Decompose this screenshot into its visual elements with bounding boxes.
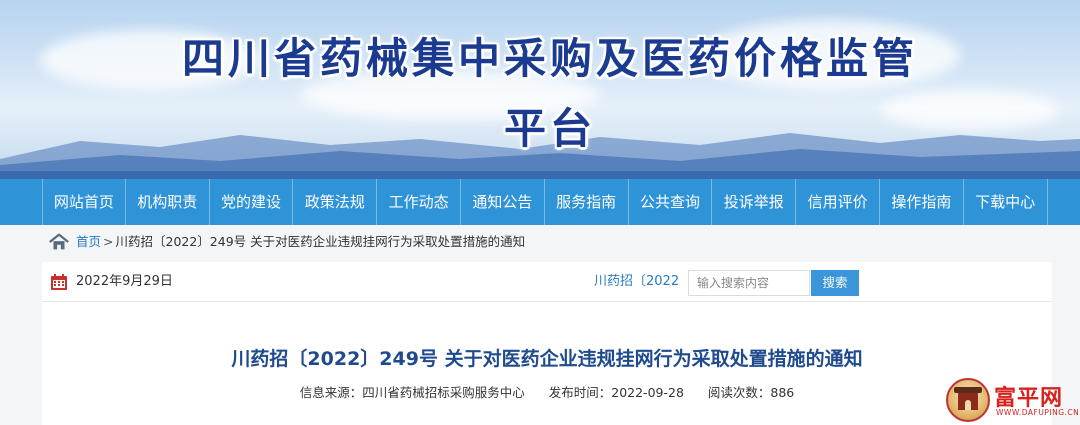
breadcrumb: 首页 > 川药招〔2022〕249号 关于对医药企业违规挂网行为采取处置措施的通…: [42, 229, 1052, 255]
date-toolbar: 2022年9月29日 川药招〔2022〕249号 关于对医药企业违规挂网行为采取…: [42, 262, 1052, 302]
nav-list: 网站首页 机构职责 党的建设 政策法规 工作动态 通知公告 服务指南 公共查询 投诉举报 信用评价…: [42, 179, 1048, 225]
nav-item-6[interactable]: 通知公告: [461, 179, 545, 225]
nav-item-2[interactable]: 机构职责: [126, 179, 210, 225]
nav-item-1[interactable]: 网站首页: [42, 179, 126, 225]
nav-item-9[interactable]: 投诉举报: [712, 179, 797, 225]
breadcrumb-separator: >: [103, 234, 114, 249]
watermark-logo: 富平网 WWW.DAFUPING.CN: [946, 378, 1080, 424]
article-view-count: 阅读次数：886: [707, 385, 795, 400]
search-input[interactable]: [688, 270, 810, 296]
nav-item-5[interactable]: 工作动态: [377, 179, 461, 225]
nav-item-10[interactable]: 信用评价: [796, 179, 880, 225]
calendar-icon: [51, 274, 67, 290]
nav-item-4[interactable]: 政策法规: [293, 179, 378, 225]
article-publish-time: 发布时间：2022-09-28: [548, 385, 684, 400]
home-icon: [49, 233, 69, 250]
article-title: 川药招〔2022〕249号 关于对医药企业违规挂网行为采取处置措施的通知: [231, 348, 863, 370]
article-source: 信息来源：四川省药械招标采购服务中心: [299, 385, 525, 400]
news-ticker-link[interactable]: 川药招〔2022〕249号 关于对医药企业违规挂网行为采取处置措施的通知: [594, 272, 678, 292]
nav-item-7[interactable]: 服务指南: [545, 179, 629, 225]
breadcrumb-current: 川药招〔2022〕249号 关于对医药企业违规挂网行为采取处置措施的通知: [115, 234, 526, 249]
nav-item-8[interactable]: 公共查询: [629, 179, 713, 225]
header-banner: 四川省药械集中采购及医药价格监管平台: [0, 0, 1080, 179]
current-date: 2022年9月29日: [76, 274, 173, 289]
main-nav: 网站首页 机构职责 党的建设 政策法规 工作动态 通知公告 服务指南 公共查询 投诉举报 信用评价…: [0, 179, 1080, 225]
gate-seal-icon: [946, 378, 990, 422]
nav-item-11[interactable]: 操作指南: [880, 179, 964, 225]
nav-item-3[interactable]: 党的建设: [210, 179, 294, 225]
breadcrumb-home-link[interactable]: 首页: [76, 229, 101, 255]
watermark-url: WWW.DAFUPING.CN: [996, 408, 1080, 417]
site-title: 四川省药械集中采购及医药价格监管平台: [181, 34, 918, 153]
nav-item-12[interactable]: 下载中心: [964, 179, 1048, 225]
article-card: 2022年9月29日 川药招〔2022〕249号 关于对医药企业违规挂网行为采取…: [42, 262, 1052, 425]
article-meta: 信息来源：四川省药械招标采购服务中心 发布时间：2022-09-28 阅读次数：…: [42, 384, 1052, 402]
search-button[interactable]: 搜索: [811, 270, 859, 296]
